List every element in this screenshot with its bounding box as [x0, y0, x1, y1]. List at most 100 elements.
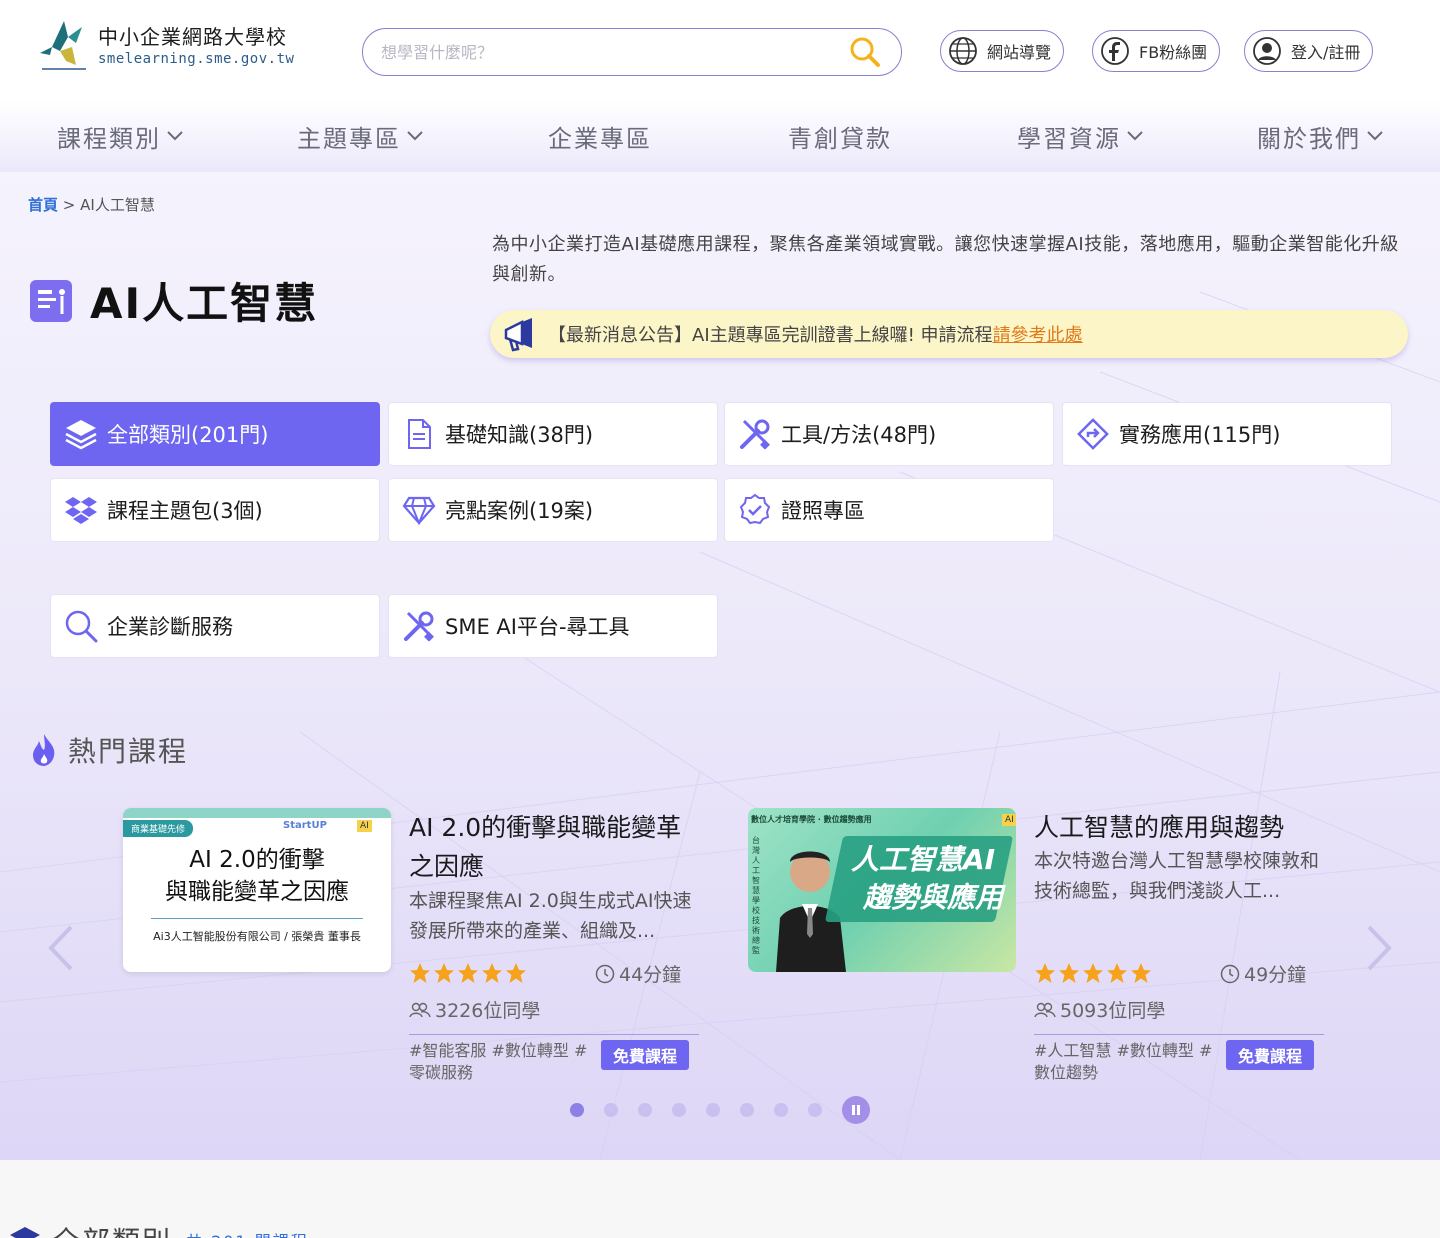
layers-icon [63, 416, 99, 452]
course-duration: 49分鐘 [1220, 960, 1306, 987]
category-all[interactable]: 全部類別(201門) [50, 402, 380, 466]
carousel-pause-button[interactable] [842, 1096, 870, 1124]
nav-label: 青創貸款 [788, 124, 892, 153]
breadcrumb-current: AI人工智慧 [80, 196, 155, 214]
users-icon [409, 1002, 431, 1017]
chevron-right-icon [1367, 925, 1392, 971]
site-logo[interactable]: 中小企業網路大學校 smelearning.sme.gov.tw [38, 16, 298, 76]
category-certification[interactable]: 證照專區 [724, 478, 1054, 542]
megaphone-icon [504, 318, 532, 352]
thumb-tag: 商業基礎先修 [123, 820, 194, 837]
course-rating [409, 962, 527, 984]
carousel-dot[interactable] [740, 1103, 754, 1117]
category-practical-application[interactable]: 實務應用(115門) [1062, 402, 1392, 466]
login-button[interactable]: 登入/註冊 [1244, 30, 1374, 72]
all-categories-title: 全部類別 [52, 1220, 172, 1238]
course-thumbnail[interactable]: 商業基礎先修 StartUP AI AI 2.0的衝擊 與職能變革之因應 Ai3… [123, 808, 391, 972]
user-icon [1251, 35, 1283, 67]
course-thumbnail[interactable]: 數位人才培育學院 · 數位趨勢應用 AI 台灣人工智慧學校 技術總監 人工智慧A… [748, 808, 1016, 972]
category-label: 證照專區 [781, 499, 865, 523]
category-course-bundle[interactable]: 課程主題包(3個) [50, 478, 380, 542]
carousel-dot[interactable] [706, 1103, 720, 1117]
star-icon [1059, 963, 1079, 983]
nav-label: 關於我們 [1257, 124, 1361, 153]
course-tags: #智能客服 #數位轉型 #零碳服務 [409, 1041, 588, 1082]
search-button[interactable] [847, 34, 883, 70]
pause-icon [852, 1105, 860, 1115]
thumb-speaker: Ai3人工智能股份有限公司 / 張榮貴 董事長 [153, 930, 361, 943]
nav-label: 課程類別 [57, 124, 161, 153]
logo-url: smelearning.sme.gov.tw [98, 51, 295, 67]
star-icon [1131, 963, 1151, 983]
course-students-text: 3226位同學 [435, 1000, 541, 1022]
page-intro: 為中小企業打造AI基礎應用課程，聚焦各產業領域實戰。讓您快速掌握AI技能，落地應… [492, 234, 1399, 285]
nav-topic-zone[interactable]: 主題專區 [240, 100, 480, 172]
course-card[interactable]: 數位人才培育學院 · 數位趨勢應用 AI 台灣人工智慧學校 技術總監 人工智慧A… [748, 808, 1328, 1098]
nav-learning-resources[interactable]: 學習資源 [960, 100, 1200, 172]
all-categories-count: 共 201 門課程 [186, 1228, 309, 1238]
layers-icon [10, 1227, 40, 1238]
sitemap-button[interactable]: 網站導覽 [940, 30, 1065, 72]
category-label: 亮點案例(19案) [445, 499, 594, 523]
breadcrumb-home-link[interactable]: 首頁 [28, 196, 58, 214]
logo-title: 中小企業網路大學校 [98, 25, 287, 49]
carousel-next-button[interactable] [1362, 918, 1398, 978]
page-heading: AI人工智慧 [90, 279, 319, 328]
nav-enterprise-zone[interactable]: 企業專區 [480, 100, 720, 172]
thumb-line2: 與職能變革之因應 [165, 879, 349, 905]
hot-courses-heading: 熱門課程 [30, 730, 188, 770]
thumb-line1: 人工智慧AI [850, 843, 996, 876]
diamond-icon [401, 492, 437, 528]
star-icon [434, 963, 454, 983]
hummingbird-logo-icon [40, 21, 86, 70]
nav-course-category[interactable]: 課程類別 [0, 100, 240, 172]
course-divider [409, 1034, 699, 1035]
category-basic-knowledge[interactable]: 基礎知識(38門) [388, 402, 718, 466]
carousel-dot[interactable] [604, 1103, 618, 1117]
free-course-badge[interactable]: 免費課程 [601, 1040, 690, 1070]
search-bar [362, 28, 902, 76]
search-input[interactable] [381, 42, 847, 62]
thumb-line2: 趨勢與應用 [862, 881, 1003, 914]
carousel-dot[interactable] [570, 1103, 584, 1117]
course-title[interactable]: AI 2.0的衝擊與職能變革之因應 [409, 808, 703, 886]
course-rating [1034, 962, 1152, 984]
breadcrumb-separator: > [62, 196, 76, 214]
sitemap-label: 網站導覽 [987, 43, 1052, 62]
announcement-link[interactable]: 請參考此處 [993, 321, 1083, 347]
sme-ai-platform-tools[interactable]: SME AI平台-尋工具 [388, 594, 718, 658]
main-nav: 課程類別 主題專區 企業專區 青創貸款 學習資源 關於我們 [0, 100, 1440, 172]
all-categories-section: 全部類別 共 201 門課程 [0, 1160, 1440, 1238]
users-icon [1034, 1002, 1056, 1017]
star-icon [482, 963, 502, 983]
category-highlight-cases[interactable]: 亮點案例(19案) [388, 478, 718, 542]
carousel-dot[interactable] [638, 1103, 652, 1117]
nav-label: 主題專區 [297, 124, 401, 153]
course-description: 本課程聚焦AI 2.0與生成式AI快速發展所帶來的產業、組織及... [409, 890, 692, 942]
carousel-prev-button[interactable] [42, 918, 78, 978]
enterprise-diagnosis-service[interactable]: 企業診斷服務 [50, 594, 380, 658]
clock-icon [595, 964, 615, 983]
carousel-dot[interactable] [672, 1103, 686, 1117]
thumb-line1: AI 2.0的衝擊 [189, 847, 325, 873]
facebook-button[interactable]: FB粉絲團 [1092, 30, 1221, 72]
carousel-dot[interactable] [808, 1103, 822, 1117]
nav-startup-loan[interactable]: 青創貸款 [720, 100, 960, 172]
course-tags: #人工智慧 #數位轉型 #數位趨勢 [1034, 1041, 1213, 1082]
globe-icon [947, 35, 979, 67]
breadcrumb: 首頁 > AI人工智慧 [28, 194, 155, 215]
carousel-pagination [570, 1096, 870, 1124]
facebook-icon [1099, 35, 1131, 67]
fire-icon [33, 734, 55, 766]
course-students: 3226位同學 [409, 996, 540, 1023]
star-icon [1083, 963, 1103, 983]
nav-about-us[interactable]: 關於我們 [1200, 100, 1440, 172]
free-course-badge[interactable]: 免費課程 [1226, 1040, 1315, 1070]
course-title[interactable]: 人工智慧的應用與趨勢 [1034, 808, 1328, 847]
carousel-dot[interactable] [774, 1103, 788, 1117]
hot-courses-title: 熱門課程 [68, 735, 189, 768]
course-card[interactable]: 商業基礎先修 StartUP AI AI 2.0的衝擊 與職能變革之因應 Ai3… [123, 808, 703, 1098]
chevron-down-icon [407, 131, 423, 141]
category-label: 全部類別(201門) [107, 423, 269, 447]
category-tools-methods[interactable]: 工具/方法(48門) [724, 402, 1054, 466]
